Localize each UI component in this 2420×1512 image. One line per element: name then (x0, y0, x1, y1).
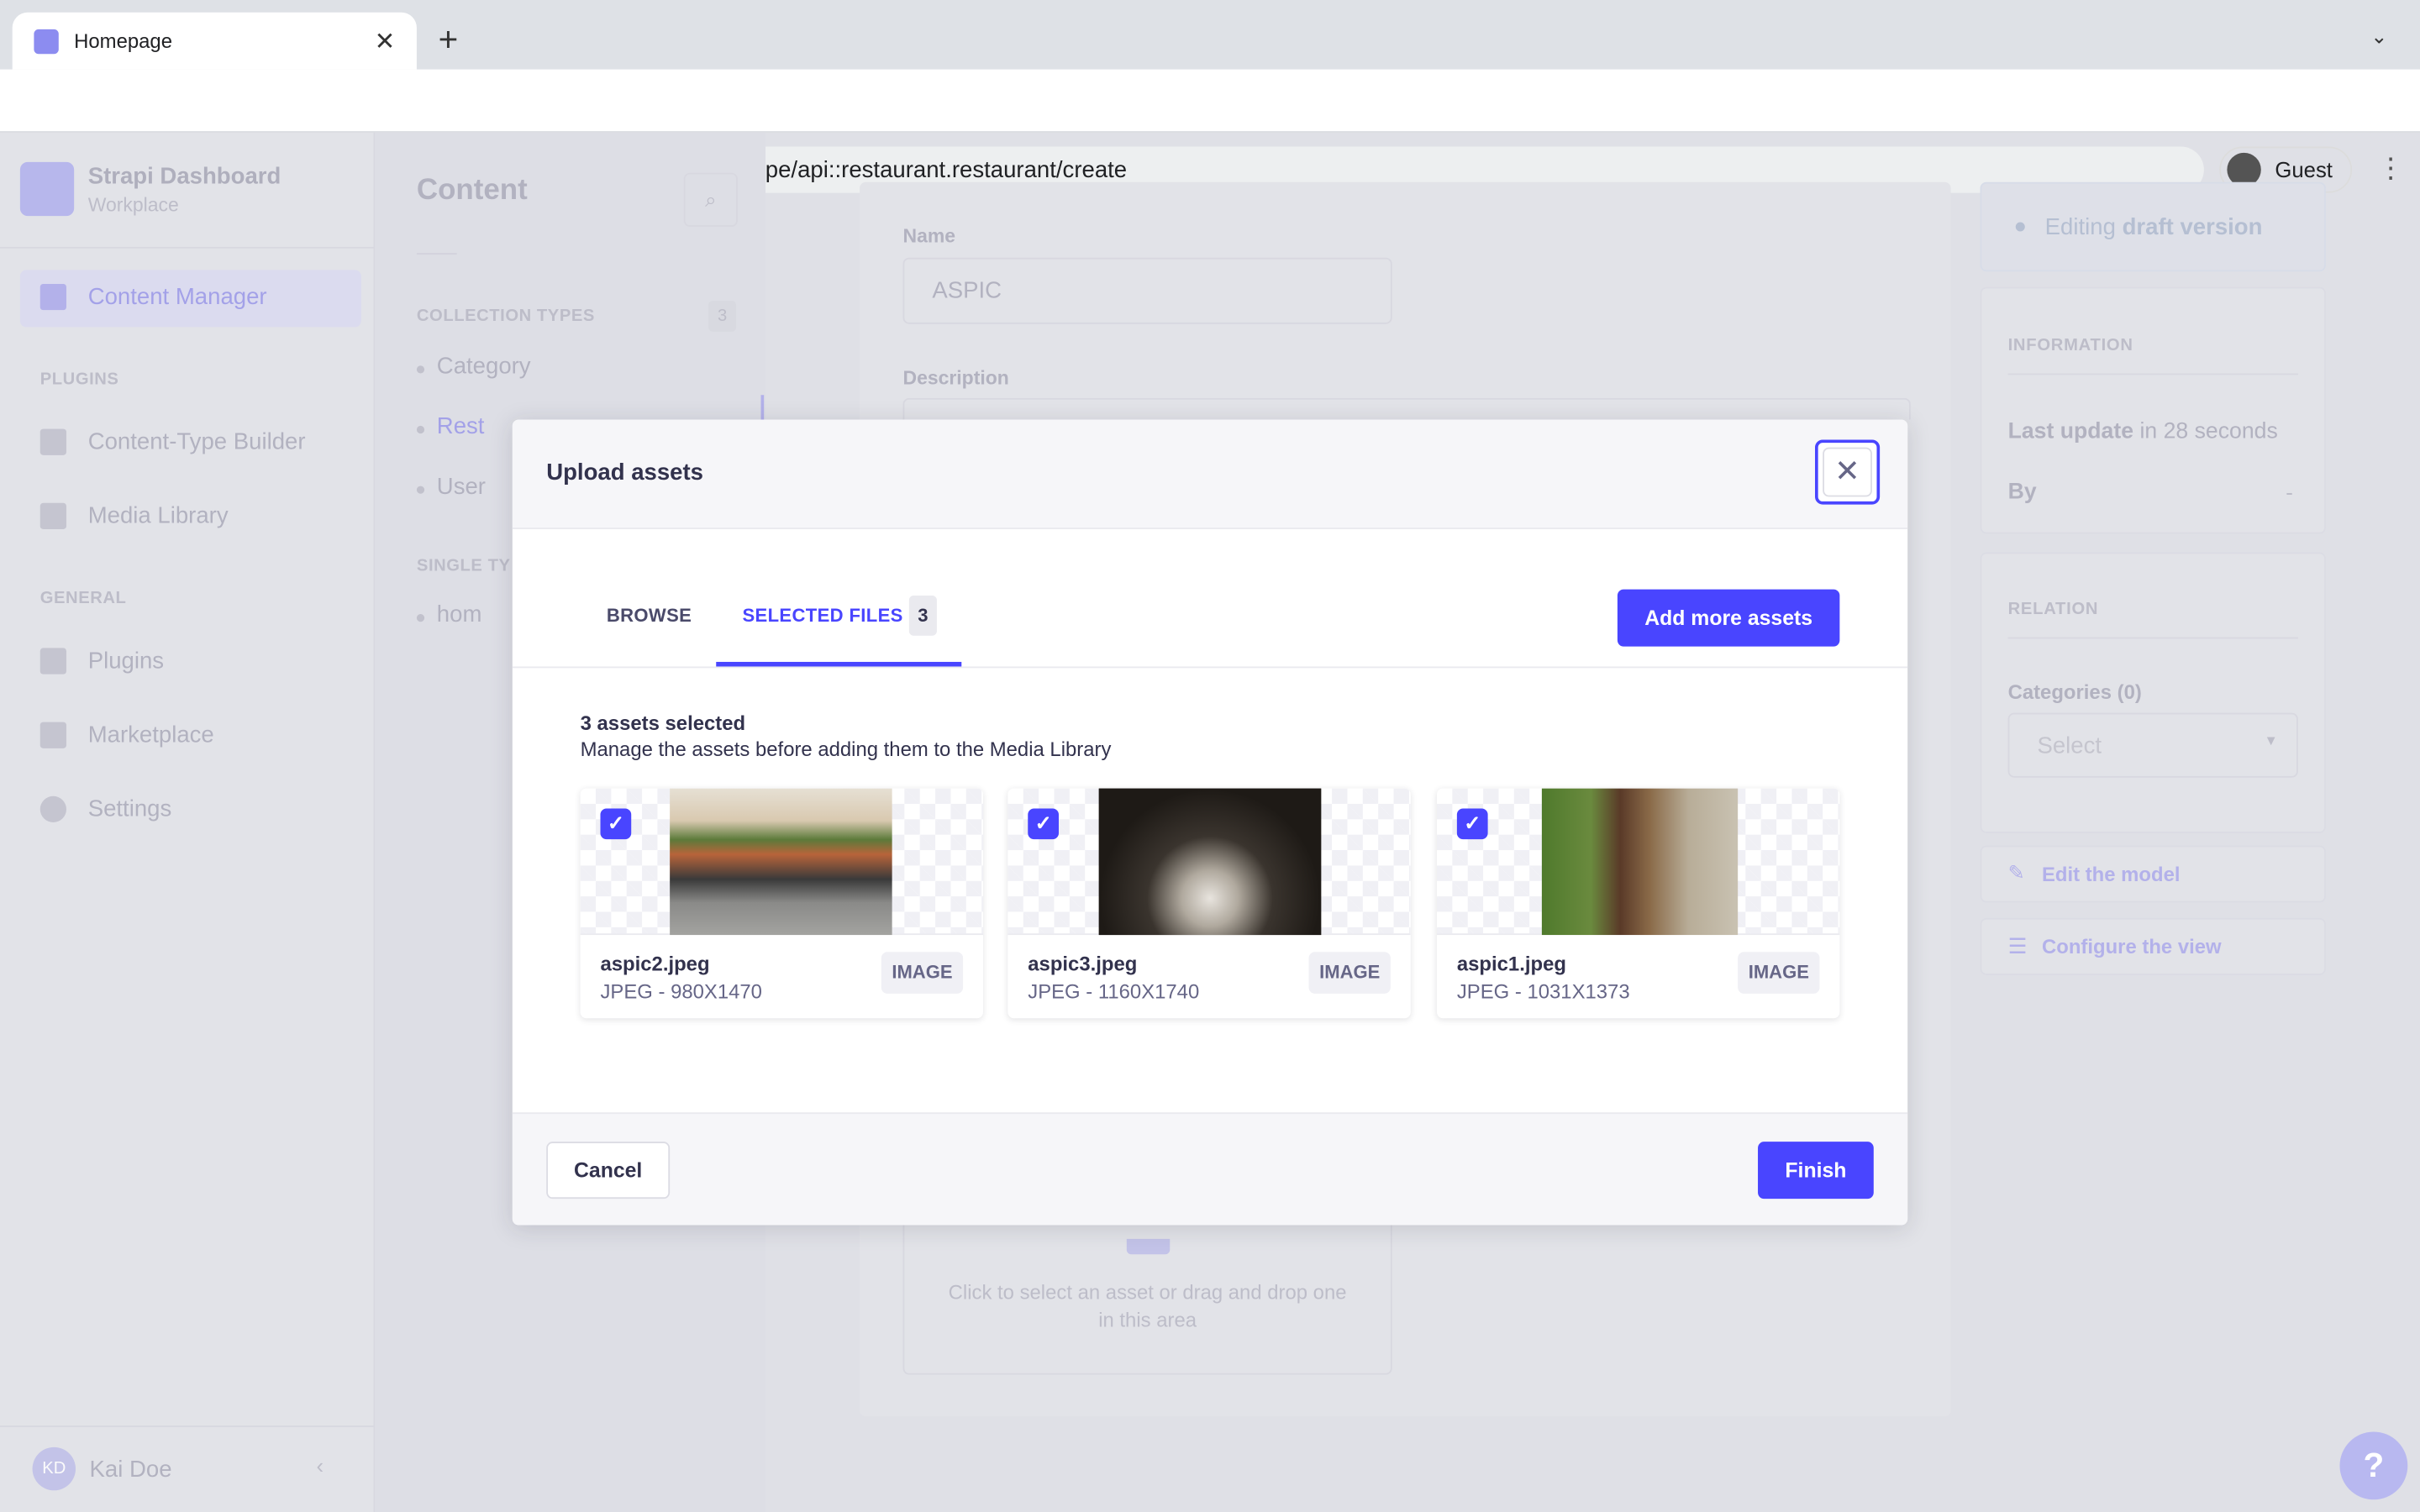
asset-checkbox[interactable]: ✓ (1028, 808, 1059, 840)
restaurant-dinner-photo (1098, 788, 1322, 936)
asset-checkbox[interactable]: ✓ (600, 808, 632, 840)
add-more-assets-button[interactable]: Add more assets (1617, 589, 1840, 647)
selected-files-count: 3 (908, 595, 937, 636)
close-modal-button[interactable]: ✕ (1814, 439, 1881, 505)
strapi-favicon-icon (34, 28, 59, 54)
asset-card[interactable]: ✓ aspic3.jpeg JPEG - 1160X1740 IMAGE (1007, 788, 1411, 1019)
new-tab-icon[interactable]: + (439, 20, 459, 60)
close-tab-icon[interactable]: ✕ (375, 25, 396, 56)
asset-thumbnail (580, 788, 983, 936)
asset-thumbnail (1436, 788, 1840, 936)
help-button[interactable]: ? (2339, 1431, 2408, 1500)
modal-footer: Cancel Finish (512, 1112, 1908, 1226)
active-tab-indicator (716, 661, 962, 667)
asset-name: aspic1.jpeg (1456, 952, 1566, 975)
upload-assets-modal: Upload assets ✕ BROWSE SELECTED FILES 3 … (512, 419, 1908, 1226)
restaurant-terrace-photo (670, 788, 892, 936)
asset-name: aspic3.jpeg (1028, 952, 1138, 975)
tab-selected-files[interactable]: SELECTED FILES (742, 605, 902, 627)
asset-type-badge: IMAGE (881, 952, 964, 994)
asset-name: aspic2.jpeg (600, 952, 710, 975)
assets-selected-count: 3 assets selected (580, 711, 746, 735)
modal-title: Upload assets (546, 459, 704, 486)
browser-tab[interactable]: Homepage ✕ (12, 12, 417, 70)
asset-meta: JPEG - 1160X1740 (1028, 979, 1200, 1003)
asset-checkbox[interactable]: ✓ (1456, 808, 1488, 840)
asset-thumbnail (1007, 788, 1411, 936)
finish-button[interactable]: Finish (1758, 1142, 1874, 1200)
address-toolbar: ← → ↻ i localhost:1337/admin/content-man… (0, 69, 2420, 193)
close-icon: ✕ (1823, 447, 1872, 497)
assets-subtitle: Manage the assets before adding them to … (580, 737, 1112, 761)
tab-search-chevron-icon[interactable]: ⌄ (2370, 24, 2387, 49)
asset-meta: JPEG - 980X1470 (600, 979, 762, 1003)
asset-card[interactable]: ✓ aspic2.jpeg JPEG - 980X1470 IMAGE (580, 788, 983, 1019)
restaurant-entrance-photo (1541, 788, 1739, 936)
asset-card[interactable]: ✓ aspic1.jpeg JPEG - 1031X1373 IMAGE (1436, 788, 1840, 1019)
browser-tab-bar: Homepage ✕ + ⌄ (0, 0, 2420, 70)
tab-title: Homepage (74, 29, 172, 53)
asset-type-badge: IMAGE (1738, 952, 1820, 994)
asset-type-badge: IMAGE (1308, 952, 1391, 994)
modal-header: Upload assets ✕ (512, 419, 1908, 529)
screen: Homepage ✕ + ⌄ ← → ↻ i localhost:1337/ad… (0, 0, 2420, 1512)
tab-browse[interactable]: BROWSE (607, 605, 692, 627)
cancel-button[interactable]: Cancel (546, 1142, 671, 1200)
asset-meta: JPEG - 1031X1373 (1456, 979, 1630, 1003)
